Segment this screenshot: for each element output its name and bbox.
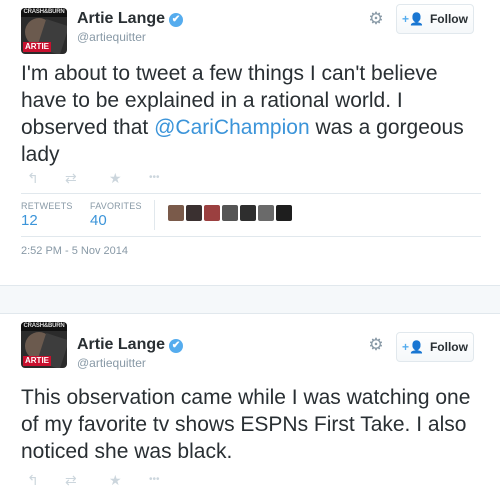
author-name[interactable]: Artie Lange ✔ [77, 10, 184, 28]
favoriter-avatar[interactable] [204, 205, 220, 221]
follow-button[interactable]: +👤 Follow [396, 4, 474, 34]
more-icon[interactable]: ••• [149, 170, 160, 186]
tweet-1: CRASH&BURN ARTIE Artie Lange ✔ @artiequit… [0, 0, 500, 285]
author-handle[interactable]: @artiequitter [77, 30, 146, 44]
favoriter-avatar[interactable] [240, 205, 256, 221]
avatar[interactable]: CRASH&BURN ARTIE [21, 322, 67, 368]
timestamp[interactable]: 2:52 PM - 5 Nov 2014 [21, 245, 128, 257]
avatar[interactable]: CRASH&BURN ARTIE [21, 8, 67, 54]
reply-icon[interactable]: ↰ [27, 170, 39, 186]
tweet-text: This observation came while I was watchi… [21, 386, 471, 463]
favorite-icon[interactable]: ★ [109, 472, 122, 488]
gear-icon[interactable]: ⚙ [367, 10, 385, 28]
divider [21, 193, 481, 194]
retweet-icon[interactable]: ⇄ [65, 472, 77, 488]
reply-icon[interactable]: ↰ [27, 472, 39, 488]
follow-label: Follow [429, 340, 468, 354]
retweets-label: RETWEETS [21, 201, 73, 211]
tweet-text: I'm about to tweet a few things I can't … [21, 62, 464, 166]
favoriter-avatar[interactable] [186, 205, 202, 221]
author-name[interactable]: Artie Lange ✔ [77, 336, 184, 354]
divider [21, 236, 481, 237]
avatar-bottom-text: ARTIE [23, 356, 51, 366]
author-handle[interactable]: @artiequitter [77, 356, 146, 370]
follow-icon: +👤 [402, 340, 424, 354]
avatar-top-text: CRASH&BURN [21, 322, 67, 331]
follow-label: Follow [429, 12, 468, 26]
favoriter-avatar[interactable] [168, 205, 184, 221]
tweet-2: CRASH&BURN ARTIE Artie Lange ✔ @artiequit… [0, 314, 500, 495]
more-icon[interactable]: ••• [149, 472, 160, 488]
tweet-separator [0, 285, 500, 314]
favorite-icon[interactable]: ★ [109, 170, 122, 186]
verified-icon: ✔ [169, 13, 184, 27]
gear-icon[interactable]: ⚙ [367, 336, 385, 354]
retweets-count[interactable]: 12 [21, 212, 38, 229]
avatar-top-text: CRASH&BURN [21, 8, 67, 17]
favoriter-avatar[interactable] [258, 205, 274, 221]
favoriter-avatar[interactable] [276, 205, 292, 221]
favorites-count[interactable]: 40 [90, 212, 107, 229]
mention-link[interactable]: @CariChampion [154, 116, 310, 139]
favorites-label: FAVORITES [90, 201, 142, 211]
stats-separator [154, 200, 155, 230]
avatar-bottom-text: ARTIE [23, 42, 51, 52]
retweet-icon[interactable]: ⇄ [65, 170, 77, 186]
verified-icon: ✔ [169, 339, 184, 353]
follow-button[interactable]: +👤 Follow [396, 332, 474, 362]
follow-icon: +👤 [402, 12, 424, 26]
favoriter-avatar[interactable] [222, 205, 238, 221]
